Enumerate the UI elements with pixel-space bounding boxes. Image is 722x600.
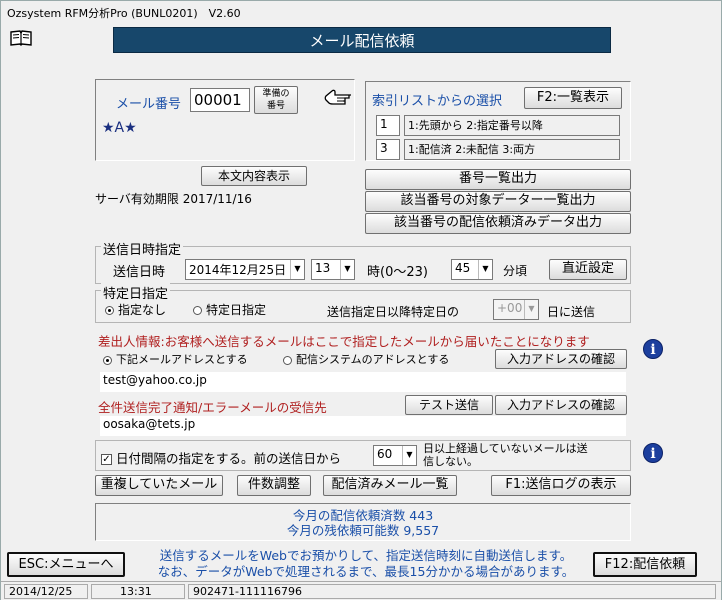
specific-none-label: 指定なし [118,303,167,317]
send-datetime-label: 送信日時 [113,265,166,280]
chevron-down-icon: ▼ [478,260,492,279]
info-icon[interactable]: i [643,443,663,463]
specific-day-label: 特定日指定 [206,303,267,317]
monthly-requested-count: 今月の配信依頼済数 443 [292,508,434,523]
status-code: 902471-111116796 [188,584,716,599]
target-data-output-button[interactable]: 該当番号の対象データー一覧出力 [365,191,631,212]
chevron-down-icon: ▼ [402,446,416,465]
index-list-panel: 索引リストからの選択 F2:一覧表示 1 1:先頭から 2:指定番号以降 3 1… [365,81,631,161]
prepare-button-line1: 準備の [262,89,290,99]
send-date-select[interactable]: 2014年12月25日 ▼ [185,259,305,280]
interval-desc-line2: 信しない。 [423,455,478,468]
main-window: Ozsystem RFM分析Pro (BUNL0201) V2.60 メール配信… [0,0,722,600]
monthly-count-panel: 今月の配信依頼済数 443 今月の残依頼可能数 9,557 [95,503,631,541]
specific-day-select[interactable]: +00 ▼ [493,299,539,320]
book-icon[interactable] [9,29,35,47]
pointing-hand-icon [323,87,353,107]
sender-notice: 差出人情報:お客様へ送信するメールはここで指定したメールから届いたことになります [98,334,590,349]
chevron-down-icon: ▼ [290,260,304,279]
mail-number-label: メール番号 [116,97,182,112]
footer-note-line2: なお、データがWebで処理されるまで、最長15分かかる場合があります。 [157,564,575,579]
sender-system-label: 配信システムのアドレスとする [296,353,450,366]
radio-icon [283,355,292,365]
specific-after-label: 送信指定日以降特定日の [327,305,460,319]
start-mode-input[interactable]: 1 [376,115,400,136]
send-minute-value: 45 [455,261,471,275]
sent-mail-list-button[interactable]: 配信済みメール一覧 [323,475,457,496]
number-list-output-button[interactable]: 番号一覧出力 [365,169,631,190]
duplicate-mail-button[interactable]: 重複していたメール [95,475,223,496]
info-icon[interactable]: i [643,339,663,359]
status-time: 13:31 [91,584,185,599]
list-view-button[interactable]: F2:一覧表示 [524,87,622,109]
prepare-button-line2: 番号 [266,101,285,111]
minute-label: 分頃 [503,264,528,278]
start-mode-desc: 1:先頭から 2:指定番号以降 [404,115,620,136]
test-send-button[interactable]: テスト送信 [405,395,493,415]
interval-checkbox[interactable]: ✓ 日付間隔の指定をする。前の送信日から [101,448,341,467]
send-log-button[interactable]: F1:送信ログの表示 [491,475,631,496]
confirm-sender-address-button[interactable]: 入力アドレスの確認 [495,349,627,369]
sender-below-label: 下記メールアドレスとする [116,353,248,366]
page-title: メール配信依頼 [113,27,611,53]
requested-data-output-button[interactable]: 該当番号の配信依頼済みデータ出力 [365,213,631,234]
specific-day-value: +00 [497,301,523,315]
checkmark-icon: ✓ [101,454,112,465]
mail-marks: ★A★ [102,120,137,136]
index-list-title: 索引リストからの選択 [372,94,503,109]
f12-request-button[interactable]: F12:配信依頼 [593,552,697,577]
confirm-completion-address-button[interactable]: 入力アドレスの確認 [495,395,627,415]
chevron-down-icon: ▼ [524,300,538,319]
status-date: 2014/12/25 [4,584,88,599]
specific-day-radio[interactable]: 特定日指定 [193,301,266,318]
monthly-remaining-count: 今月の残依頼可能数 9,557 [286,523,440,538]
interval-desc-line1: 日以上経過していないメールは送 [423,442,588,455]
sender-below-radio[interactable]: 下記メールアドレスとする [103,351,248,367]
count-adjust-button[interactable]: 件数調整 [237,475,311,496]
mail-number-panel: メール番号 00001 準備の 番号 ★A★ [95,79,355,161]
mail-number-input[interactable]: 00001 [190,88,250,112]
prepare-number-button[interactable]: 準備の 番号 [254,86,298,114]
show-body-button[interactable]: 本文内容表示 [201,166,307,186]
recent-setting-button[interactable]: 直近設定 [549,259,627,280]
sender-address-input[interactable]: test@yahoo.co.jp [100,372,626,392]
status-bar: 2014/12/25 13:31 902471-111116796 [1,581,721,600]
status-mode-desc: 1:配信済 2:未配信 3:両方 [404,139,620,160]
completion-label: 全件送信完了通知/エラーメールの受信先 [98,400,327,415]
radio-selected-icon [103,355,112,365]
status-mode-input[interactable]: 3 [376,139,400,160]
server-expiry: サーバ有効期限 2017/11/16 [95,192,252,206]
send-date-value: 2014年12月25日 [189,263,287,277]
radio-icon [193,306,202,315]
interval-days-value: 60 [377,447,393,461]
specific-none-radio[interactable]: 指定なし [105,301,166,318]
interval-description: 日以上経過していないメールは送 信しない。 [423,442,588,468]
specific-day-group-title: 特定日指定 [101,283,171,302]
window-title: Ozsystem RFM分析Pro (BUNL0201) V2.60 [1,1,721,23]
chevron-down-icon: ▼ [340,260,354,279]
send-hour-value: 13 [315,261,331,275]
footer-note-line1: 送信するメールをWebでお預かりして、指定送信時刻に自動送信します。 [159,548,573,563]
send-minute-select[interactable]: 45 ▼ [451,259,493,280]
send-day-label: 日に送信 [547,305,596,319]
esc-menu-button[interactable]: ESC:メニューへ [7,552,125,577]
sender-system-radio[interactable]: 配信システムのアドレスとする [283,351,449,367]
completion-address-input[interactable]: oosaka@tets.jp [100,416,626,436]
schedule-group-title: 送信日時指定 [101,239,184,258]
interval-label: 日付間隔の指定をする。前の送信日から [116,451,342,466]
send-hour-select[interactable]: 13 ▼ [311,259,355,280]
hour-label: 時(0〜23) [367,265,428,280]
interval-days-select[interactable]: 60 ▼ [373,445,417,466]
radio-selected-icon [105,306,114,315]
footer-note: 送信するメールをWebでお預かりして、指定送信時刻に自動送信します。 なお、デー… [141,548,591,580]
